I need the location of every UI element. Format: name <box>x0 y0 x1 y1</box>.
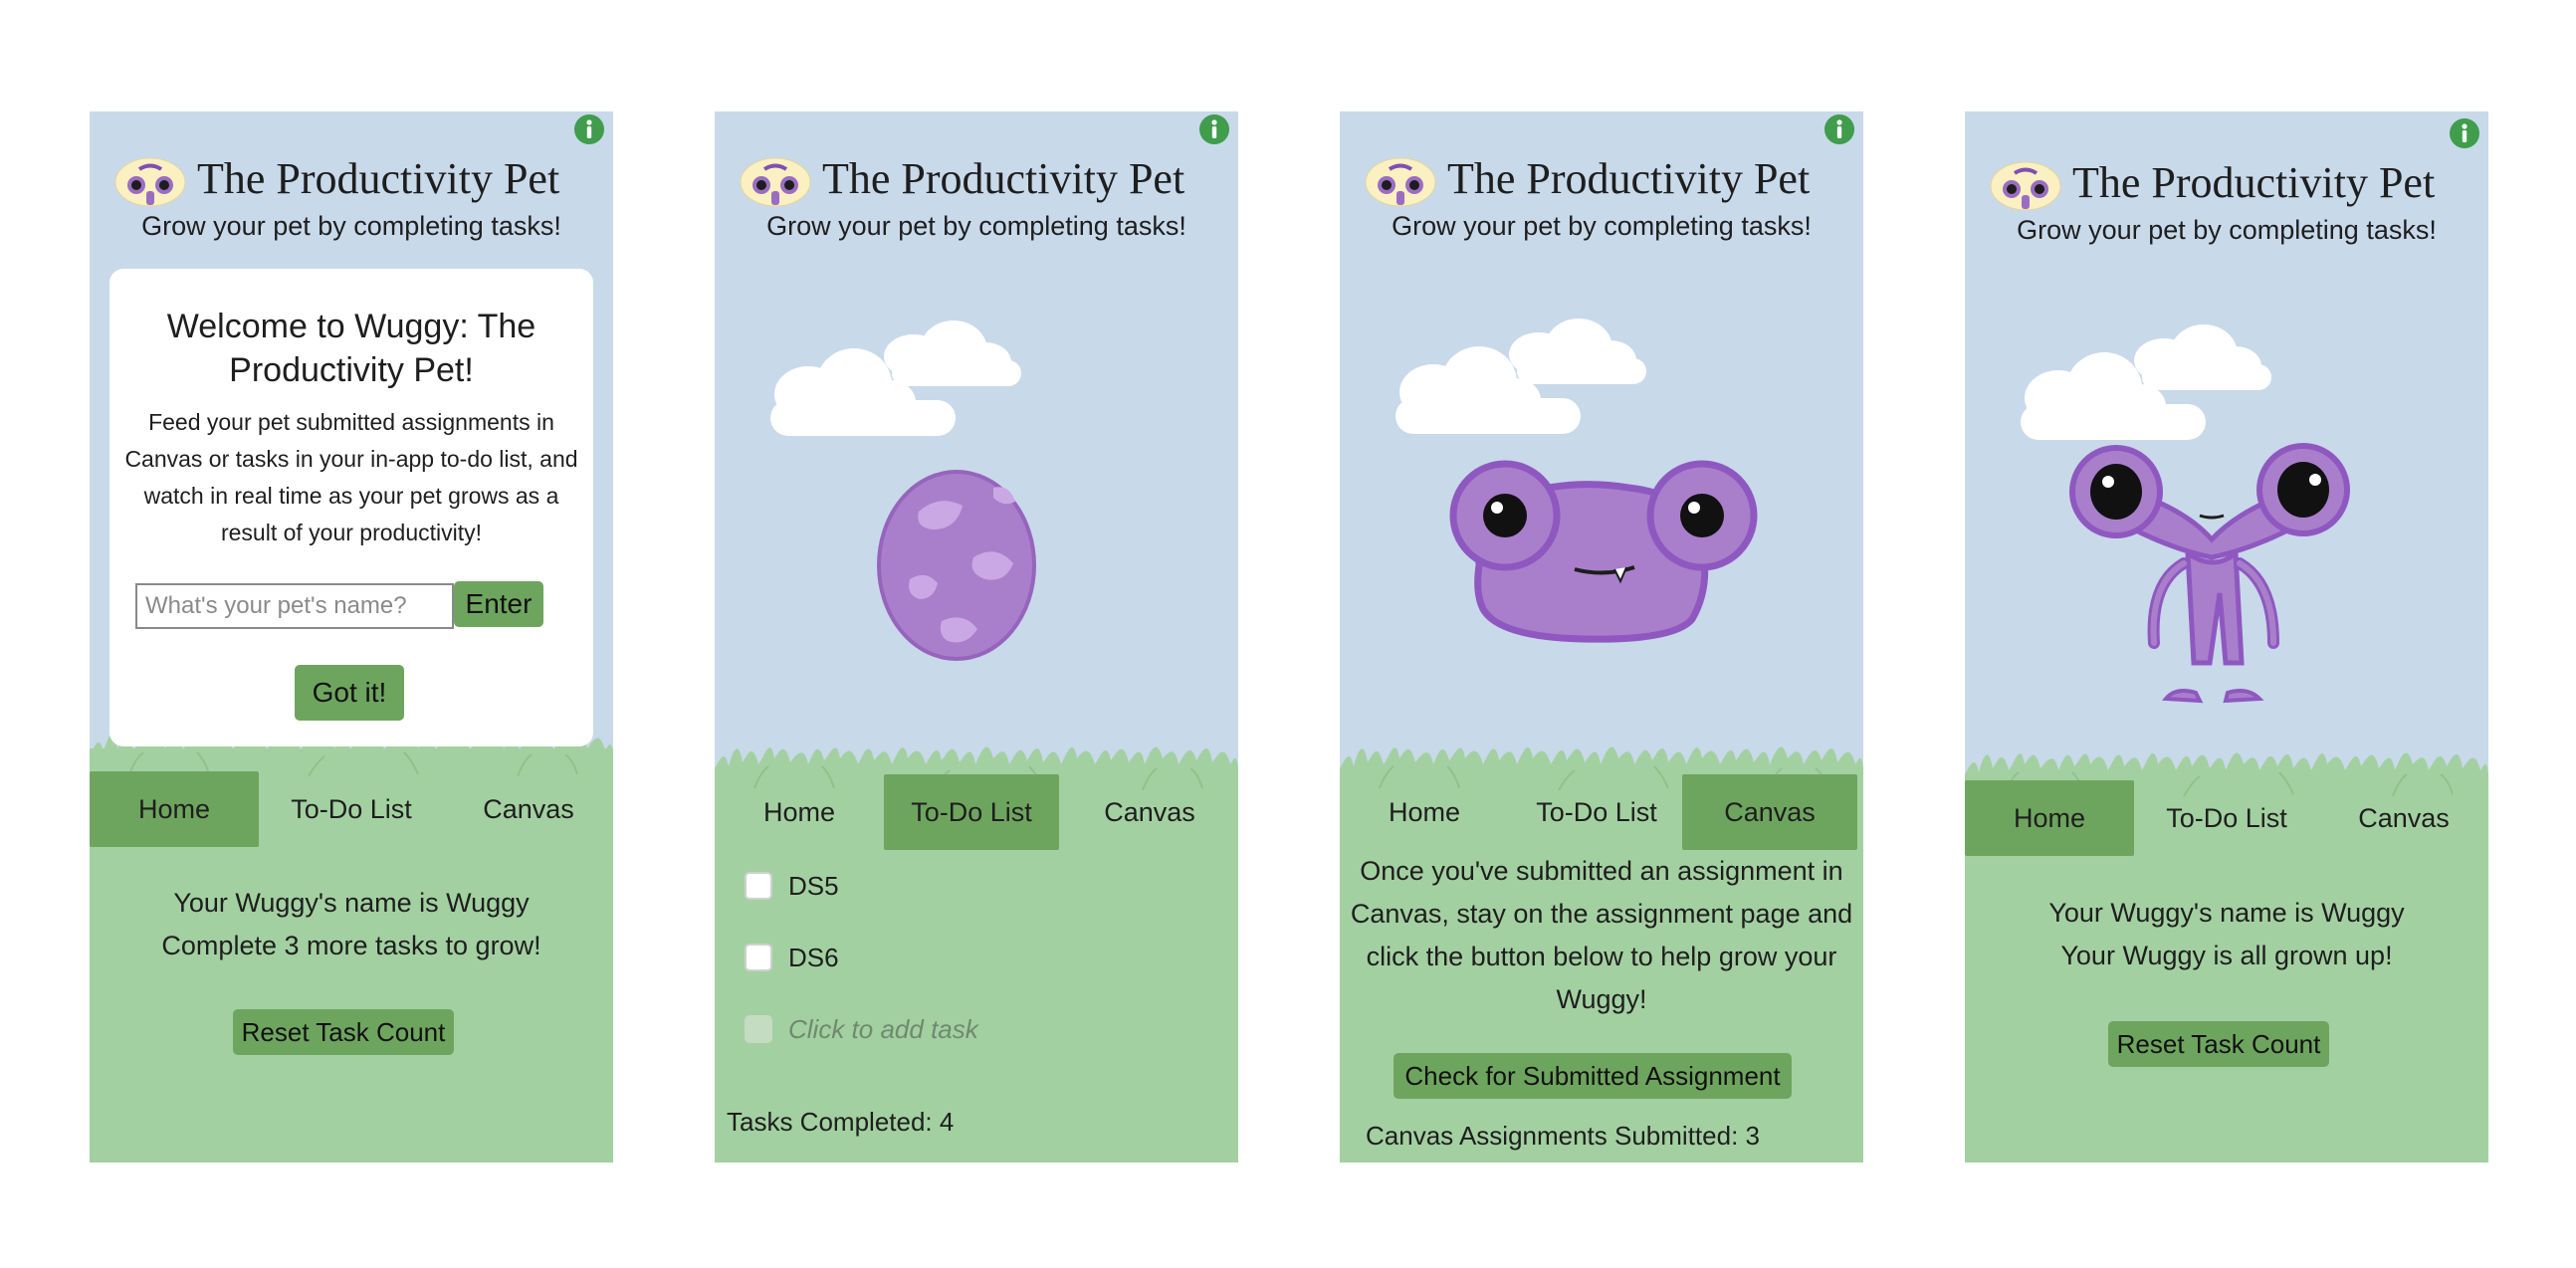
tab-todo-list[interactable]: To-Do List <box>1509 774 1684 850</box>
tab-home[interactable]: Home <box>90 771 259 847</box>
task-checkbox[interactable] <box>745 944 772 971</box>
wuggy-logo-icon <box>1989 159 2062 213</box>
got-it-button[interactable]: Got it! <box>295 665 404 721</box>
app-title: The Productivity Pet <box>1447 154 1811 203</box>
info-icon[interactable] <box>573 113 605 145</box>
tab-home[interactable]: Home <box>1340 774 1509 850</box>
welcome-dialog: Welcome to Wuggy: The Productivity Pet! … <box>109 269 593 746</box>
grown-up-status: Your Wuggy is all grown up! <box>2060 941 2393 970</box>
tagline: Grow your pet by completing tasks! <box>766 211 1186 241</box>
tab-home[interactable]: Home <box>1965 780 2134 856</box>
welcome-title: Welcome to Wuggy: The Productivity Pet! <box>166 308 537 389</box>
tasks-remaining-status: Complete 3 more tasks to grow! <box>161 931 541 960</box>
tab-bar: Home To-Do List Canvas <box>715 774 1238 850</box>
pet-baby-wuggy-icon <box>1449 460 1758 643</box>
app-title: The Productivity Pet <box>2072 158 2436 207</box>
screen-canvas: The Productivity Pet Grow your pet by co… <box>1340 111 1863 1162</box>
pet-egg-icon <box>877 470 1036 661</box>
pet-name-input[interactable] <box>135 583 454 629</box>
tab-bar: Home To-Do List Canvas <box>1340 774 1863 850</box>
app-header: The Productivity Pet Grow your pet by co… <box>715 145 1238 255</box>
pet-name-status: Your Wuggy's name is Wuggy <box>173 888 530 918</box>
check-submitted-assignment-button[interactable]: Check for Submitted Assignment <box>1394 1053 1792 1099</box>
tasks-completed-count: Tasks Completed: 4 <box>727 1107 955 1137</box>
reset-task-count-button[interactable]: Reset Task Count <box>233 1009 454 1055</box>
pet-name-status: Your Wuggy's name is Wuggy <box>2048 898 2405 928</box>
app-header: The Productivity Pet Grow your pet by co… <box>90 145 613 255</box>
wuggy-logo-icon <box>739 155 812 209</box>
info-icon[interactable] <box>1824 113 1855 145</box>
screen-home-grown: The Productivity Pet Grow your pet by co… <box>1965 111 2488 1162</box>
tab-home[interactable]: Home <box>715 774 884 850</box>
enter-button[interactable]: Enter <box>454 581 543 627</box>
pet-scene <box>2021 324 2350 704</box>
tab-canvas[interactable]: Canvas <box>444 771 613 847</box>
tab-todo-list[interactable]: To-Do List <box>267 771 436 847</box>
info-icon[interactable] <box>2449 117 2480 149</box>
info-icon[interactable] <box>1198 113 1230 145</box>
screen-home-welcome: The Productivity Pet Grow your pet by co… <box>90 111 613 1162</box>
tab-canvas[interactable]: Canvas <box>2319 780 2488 856</box>
welcome-body: Feed your pet submitted assignments in C… <box>124 409 578 545</box>
wuggy-logo-icon <box>1364 155 1437 209</box>
task-label: DS6 <box>788 943 839 972</box>
wuggy-logo-icon <box>113 155 187 209</box>
tab-bar: Home To-Do List Canvas <box>90 771 613 847</box>
task-checkbox[interactable] <box>745 872 772 900</box>
tab-todo-list[interactable]: To-Do List <box>2142 780 2311 856</box>
tagline: Grow your pet by completing tasks! <box>141 211 561 241</box>
pet-adult-wuggy-icon <box>2069 443 2350 704</box>
tagline: Grow your pet by completing tasks! <box>2017 215 2437 245</box>
app-header: The Productivity Pet Grow your pet by co… <box>1340 145 1863 255</box>
canvas-instructions: Once you've submitted an assignment in C… <box>1350 856 1853 1014</box>
tab-canvas[interactable]: Canvas <box>1682 774 1857 850</box>
add-task-checkbox <box>745 1015 772 1043</box>
tagline: Grow your pet by completing tasks! <box>1392 211 1812 241</box>
tab-todo-list[interactable]: To-Do List <box>884 774 1059 850</box>
reset-task-count-button[interactable]: Reset Task Count <box>2108 1021 2329 1067</box>
add-task-input[interactable]: Click to add task <box>788 1009 978 1049</box>
tab-bar: Home To-Do List Canvas <box>1965 780 2488 856</box>
pet-scene <box>770 320 1036 661</box>
app-title: The Productivity Pet <box>822 154 1185 203</box>
tab-canvas[interactable]: Canvas <box>1065 774 1234 850</box>
app-title: The Productivity Pet <box>197 154 560 203</box>
screen-todo-list: The Productivity Pet Grow your pet by co… <box>715 111 1238 1162</box>
task-label: DS5 <box>788 871 839 901</box>
pet-scene <box>1395 318 1758 643</box>
canvas-submitted-count: Canvas Assignments Submitted: 3 <box>1366 1121 1760 1151</box>
app-header: The Productivity Pet Grow your pet by co… <box>1965 149 2488 259</box>
